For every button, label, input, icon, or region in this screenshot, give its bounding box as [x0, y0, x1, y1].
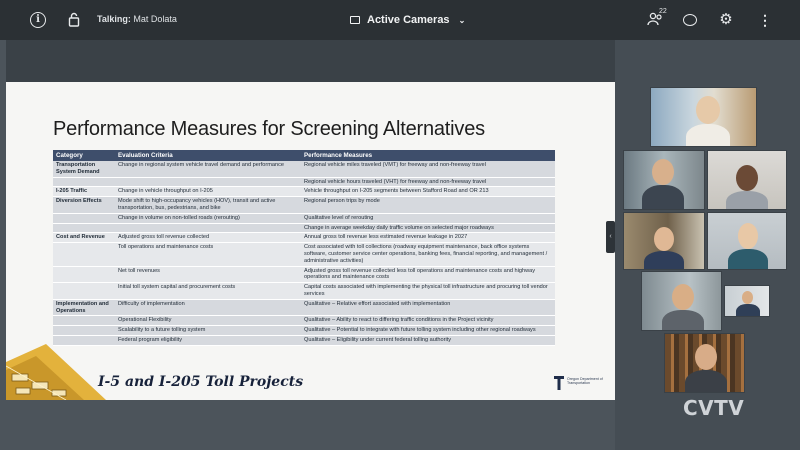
table-cell-category: I-205 Traffic	[53, 186, 115, 198]
video-tile[interactable]	[707, 150, 787, 210]
table-cell-measures: Qualitative – Eligibility under current …	[301, 335, 555, 346]
table-header: Performance Measures	[301, 150, 555, 161]
table-cell-measures: Qualitative – Relative effort associated…	[301, 299, 555, 317]
table-cell-category	[53, 315, 115, 327]
view-title: Active Cameras	[367, 14, 450, 26]
camera-icon	[350, 16, 360, 24]
video-tile[interactable]	[623, 150, 705, 210]
table-cell-measures: Regional person trips by mode	[301, 196, 555, 214]
table-row: Regional vehicle hours traveled (VHT) fo…	[53, 177, 555, 188]
vehicle-illustration	[6, 344, 106, 400]
table-cell-criteria: Change in vehicle throughput on I-205	[115, 186, 301, 198]
table-cell-measures: Capital costs associated with implementi…	[301, 282, 555, 300]
info-icon[interactable]: i	[30, 12, 46, 28]
table-cell-category: Transportation System Demand	[53, 161, 115, 178]
video-tile[interactable]	[650, 87, 757, 147]
talking-label: Talking:	[97, 14, 131, 24]
table-cell-measures: Annual gross toll revenue less estimated…	[301, 232, 555, 244]
shared-screen: Performance Measures for Screening Alter…	[6, 82, 615, 400]
table-cell-criteria: Change in volume on non-tolled roads (re…	[115, 213, 301, 224]
participants-count: 22	[659, 8, 667, 15]
table-cell-criteria: Scalability to a future tolling system	[115, 325, 301, 336]
video-tile[interactable]	[724, 285, 770, 317]
table-row: Toll operations and maintenance costs Cos…	[53, 242, 555, 267]
agency-name: Oregon Department of Transportation	[567, 377, 603, 385]
table-cell-criteria: Operational Flexibility	[115, 315, 301, 327]
lock-icon[interactable]	[66, 12, 82, 28]
table-cell-category	[53, 223, 115, 234]
table-row: Implementation and Operations Difficulty …	[53, 299, 555, 317]
table-cell-criteria: Toll operations and maintenance costs	[115, 242, 301, 267]
table-cell-criteria: Difficulty of implementation	[115, 299, 301, 317]
table-header-row: Category Evaluation Criteria Performance…	[53, 150, 555, 161]
table-cell-measures: Qualitative – Ability to react to differ…	[301, 315, 555, 327]
table-body: Transportation System Demand Change in re…	[53, 161, 555, 346]
table-row: Cost and Revenue Adjusted gross toll reve…	[53, 232, 555, 244]
table-row: Transportation System Demand Change in re…	[53, 161, 555, 178]
collapse-panel-handle[interactable]: ‹	[606, 221, 615, 253]
table-cell-category	[53, 282, 115, 300]
table-cell-category: Implementation and Operations	[53, 299, 115, 317]
table-row: Diversion Effects Mode shift to high-occu…	[53, 196, 555, 214]
gear-icon[interactable]: ⚙	[718, 12, 734, 28]
table-cell-measures: Qualitative – Potential to integrate wit…	[301, 325, 555, 336]
table-cell-measures: Adjusted gross toll revenue collected le…	[301, 266, 555, 284]
table-row: I-205 Traffic Change in vehicle throughpu…	[53, 186, 555, 198]
table-cell-category	[53, 177, 115, 188]
presentation-slide: Performance Measures for Screening Alter…	[6, 82, 615, 400]
table-cell-measures: Vehicle throughput on I-205 segments bet…	[301, 186, 555, 198]
table-row: Initial toll system capital and procurem…	[53, 282, 555, 300]
talking-name: Mat Dolata	[133, 14, 177, 24]
performance-measures-table: Category Evaluation Criteria Performance…	[53, 150, 555, 346]
table-header: Category	[53, 150, 115, 161]
video-tile[interactable]	[623, 212, 705, 270]
table-cell-criteria	[115, 177, 301, 188]
table-row: Scalability to a future tolling system Qu…	[53, 325, 555, 336]
table-cell-criteria: Initial toll system capital and procurem…	[115, 282, 301, 300]
table-cell-category	[53, 266, 115, 284]
table-cell-criteria: Mode shift to high-occupancy vehicles (H…	[115, 196, 301, 214]
footer-title: I-5 and I-205 Toll Projects	[98, 374, 304, 390]
table-row: Change in volume on non-tolled roads (re…	[53, 213, 555, 224]
table-cell-criteria	[115, 223, 301, 234]
view-selector[interactable]: Active Cameras ⌄	[350, 11, 465, 29]
more-vertical-icon[interactable]: ⋮	[757, 12, 773, 28]
table-row: Operational Flexibility Qualitative – Abi…	[53, 315, 555, 327]
slide-title: Performance Measures for Screening Alter…	[53, 118, 485, 140]
video-tile[interactable]	[641, 271, 722, 331]
table-row: Federal program eligibility Qualitative –…	[53, 335, 555, 346]
video-tile[interactable]	[664, 333, 745, 393]
table-cell-category	[53, 242, 115, 267]
odot-logo	[554, 376, 564, 390]
chevron-down-icon: ⌄	[458, 15, 466, 25]
chat-icon[interactable]	[683, 14, 697, 26]
table-cell-criteria: Change in regional system vehicle travel…	[115, 161, 301, 178]
table-cell-measures: Regional vehicle miles traveled (VMT) fo…	[301, 161, 555, 178]
table-cell-measures: Change in average weekday daily traffic …	[301, 223, 555, 234]
table-cell-measures: Qualitative level of rerouting	[301, 213, 555, 224]
video-tile[interactable]	[707, 212, 787, 270]
table-header: Evaluation Criteria	[115, 150, 301, 161]
table-cell-criteria: Adjusted gross toll revenue collected	[115, 232, 301, 244]
stage-top-strip	[6, 40, 615, 82]
table-cell-category: Cost and Revenue	[53, 232, 115, 244]
table-cell-category	[53, 213, 115, 224]
table-cell-category: Diversion Effects	[53, 196, 115, 214]
table-cell-category	[53, 325, 115, 336]
table-cell-criteria: Net toll revenues	[115, 266, 301, 284]
top-bar: i Talking: Mat Dolata Active Cameras ⌄ 2…	[0, 0, 800, 40]
table-cell-criteria: Federal program eligibility	[115, 335, 301, 346]
table-row: Change in average weekday daily traffic …	[53, 223, 555, 234]
cvtv-watermark: CVTV	[683, 396, 745, 420]
app-window: i Talking: Mat Dolata Active Cameras ⌄ 2…	[0, 0, 800, 450]
table-cell-measures: Regional vehicle hours traveled (VHT) fo…	[301, 177, 555, 188]
talking-indicator: Talking: Mat Dolata	[97, 14, 177, 24]
table-cell-measures: Cost associated with toll collections (r…	[301, 242, 555, 267]
table-row: Net toll revenues Adjusted gross toll rev…	[53, 266, 555, 284]
